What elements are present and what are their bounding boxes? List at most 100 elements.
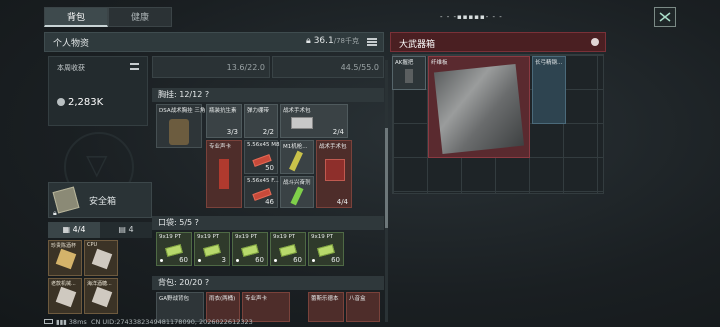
- item-name: 瓶装抗生素: [209, 108, 237, 114]
- chest-item[interactable]: M1机枪...: [280, 140, 314, 174]
- item-name: 战术手术包: [319, 144, 347, 150]
- item-name: 蕾斯乐德本: [311, 296, 339, 302]
- item-name: 八音盒: [349, 296, 366, 302]
- ammo-item[interactable]: 9x19 PT 60: [270, 232, 306, 266]
- bottle-icon: [91, 286, 113, 308]
- tab-safebox-secondary-label: 4: [128, 225, 134, 234]
- ammo-item[interactable]: 9x19 PT 60: [232, 232, 268, 266]
- wifi-icon: ▮▮▮: [56, 318, 69, 326]
- chest-item[interactable]: 战术手术包 4/4: [316, 140, 352, 208]
- backpack-item[interactable]: 蕾斯乐德本: [308, 292, 344, 322]
- item-qty: 50: [265, 164, 274, 172]
- item-qty: 4/4: [336, 198, 348, 206]
- item-name: 弹力绷带: [247, 108, 270, 114]
- main-tabs: 背包 健康: [44, 7, 172, 27]
- menu-icon[interactable]: [367, 38, 377, 46]
- grip-icon: [405, 69, 413, 83]
- item-qty: 46: [265, 198, 274, 206]
- item-name: AK握把: [395, 60, 414, 66]
- capacity-row: 13.6/22.0 44.5/55.0: [152, 56, 384, 78]
- item-name: 战术手术包: [283, 108, 311, 114]
- cpu-icon: [91, 248, 113, 270]
- safebox-label: 安全箱: [89, 197, 117, 207]
- ammo-item[interactable]: 9x19 PT 60: [156, 232, 192, 266]
- armory-item[interactable]: 长弓精钢...: [532, 56, 566, 124]
- item-qty: 60: [255, 256, 264, 264]
- armory-item[interactable]: AK握把: [392, 56, 426, 90]
- income-value: 2,283K: [57, 97, 103, 108]
- capacity-right: 44.5/55.0: [272, 56, 384, 78]
- item-name: 雨衣(两桶): [209, 296, 236, 302]
- item-qty: 60: [179, 256, 188, 264]
- vest-icon: [169, 119, 189, 145]
- chest-rig-item[interactable]: DSA战术胸挂 三角: [156, 104, 206, 148]
- safebox-item[interactable]: 珍贵陈酒杯: [48, 240, 82, 276]
- item-name: 纤维板: [431, 60, 448, 66]
- ammo-icon: [279, 244, 297, 257]
- list-icon[interactable]: [130, 63, 139, 70]
- armory-title: 大武器箱: [399, 40, 436, 50]
- close-icon: [659, 12, 671, 22]
- ammo-item[interactable]: 5.56x45 M855A1 50: [244, 140, 294, 174]
- chest-item[interactable]: 专业声卡: [206, 140, 242, 208]
- item-name: 9x19 PT: [273, 234, 296, 240]
- inventory-scrollbar[interactable]: [385, 60, 388, 322]
- dot-icon: [198, 259, 201, 262]
- item-name: 专业声卡: [209, 144, 232, 150]
- close-inventory-button[interactable]: [654, 7, 676, 27]
- item-qty: 2/4: [332, 128, 344, 136]
- safebox-item[interactable]: CPU: [84, 240, 118, 276]
- chest-item[interactable]: 弹力绷带 2/2: [244, 104, 278, 138]
- item-qty: 60: [331, 256, 340, 264]
- uid-readout: CN UID:2743382349481178090, 202602261232…: [90, 318, 253, 326]
- income-label: 本周收获: [57, 64, 85, 72]
- page-title: 个人物资: [53, 39, 90, 49]
- chest-item[interactable]: 瓶装抗生素 3/3: [206, 104, 242, 138]
- item-name: CPU: [87, 242, 98, 248]
- item-name: 战斗兴奋剂: [283, 180, 311, 186]
- ping-readout: 38ms: [68, 318, 87, 326]
- pockets-header: 口袋: 5/5 ?: [152, 216, 384, 230]
- inventory-list: 13.6/22.0 44.5/55.0 胸挂: 12/12 ? DSA战术胸挂 …: [152, 56, 384, 322]
- ammo-icon: [203, 244, 221, 257]
- item-qty: 3/3: [226, 128, 238, 136]
- safebox-item[interactable]: 海洋酒糖...: [84, 278, 118, 314]
- capacity-left: 13.6/22.0: [152, 56, 270, 78]
- medkit-icon: [291, 117, 313, 129]
- scrollbar-thumb[interactable]: [385, 128, 388, 228]
- item-name: 9x19 PT: [197, 234, 220, 240]
- ammo-item[interactable]: 9x19 PT 3: [194, 232, 230, 266]
- cup-icon: [55, 248, 77, 270]
- tab-backpack[interactable]: 背包: [44, 7, 108, 27]
- device-icon: [55, 286, 77, 308]
- item-name: 5.56x45 F...: [247, 178, 279, 184]
- dot-icon: [160, 259, 163, 262]
- item-name: 长弓精钢...: [535, 60, 563, 66]
- ammo-item[interactable]: 5.56x45 F... 46: [244, 176, 279, 208]
- safebox-slot[interactable]: 🔒︎ 安全箱: [48, 182, 152, 218]
- item-name: 专业声卡: [245, 296, 268, 302]
- tab-safebox-items[interactable]: ▦ 4/4: [48, 222, 100, 238]
- item-name: 9x19 PT: [159, 234, 182, 240]
- tab-safebox-secondary[interactable]: ▤ 4: [100, 222, 152, 238]
- backpack-item[interactable]: 八音盒: [346, 292, 380, 322]
- chest-item[interactable]: 战术手术包 2/4: [280, 104, 348, 138]
- item-name: DSA战术胸挂 三角: [159, 108, 206, 114]
- tab-safebox-items-label: 4/4: [72, 225, 86, 234]
- lock-icon: 🔒︎: [53, 209, 57, 217]
- location-pin-icon[interactable]: [591, 38, 599, 46]
- weekly-income-card: 本周收获 2,283K: [48, 56, 148, 126]
- dot-icon: [236, 259, 239, 262]
- tab-health[interactable]: 健康: [108, 7, 172, 27]
- ammo-icon: [241, 244, 259, 257]
- item-name: 9x19 PT: [235, 234, 258, 240]
- weight-current: 36.1: [313, 36, 334, 46]
- chest-item[interactable]: 战斗兴奋剂: [280, 176, 314, 208]
- signal-indicator: - - -▪▪▪▪▪- - -: [440, 13, 503, 21]
- card-icon: [219, 159, 229, 189]
- item-name: 珍贵陈酒杯: [51, 243, 77, 249]
- item-name: M1机枪...: [283, 144, 308, 150]
- ammo-item[interactable]: 9x19 PT 60: [308, 232, 344, 266]
- fiber-plate-image: [433, 63, 525, 155]
- safebox-item[interactable]: 老款机械...: [48, 278, 82, 314]
